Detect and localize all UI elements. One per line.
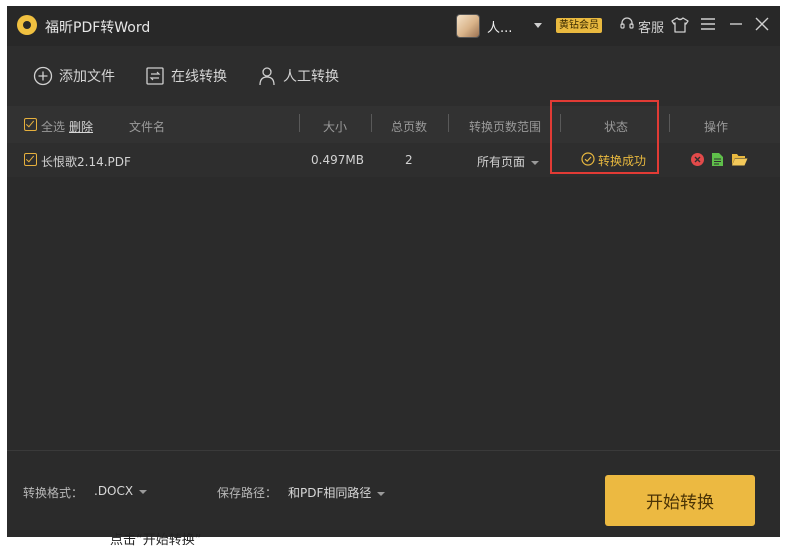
format-select[interactable]: .DOCX (94, 484, 148, 498)
column-divider (560, 114, 561, 132)
app-window: 福昕PDF转Word 人... 黄钻会员 客服 添加文件 在线转换 人工转换 全… (7, 6, 780, 537)
column-divider (669, 114, 670, 132)
table-row[interactable]: 长恨歌2.14.PDF 0.497MB 2 所有页面 转换成功 (7, 143, 780, 177)
format-value: .DOCX (94, 484, 134, 498)
save-path-select[interactable]: 和PDF相同路径 (288, 484, 386, 501)
add-file-button[interactable]: 添加文件 (33, 66, 115, 86)
file-table: 长恨歌2.14.PDF 0.497MB 2 所有页面 转换成功 (7, 143, 780, 450)
row-page-count: 2 (405, 153, 413, 167)
select-all-label[interactable]: 全选 (41, 118, 65, 135)
check-circle-icon (581, 152, 595, 169)
start-convert-button[interactable]: 开始转换 (605, 475, 755, 526)
row-checkbox[interactable] (24, 153, 37, 166)
support-label: 客服 (638, 20, 665, 36)
chevron-down-icon[interactable] (534, 23, 542, 28)
table-header: 全选 删除 文件名 大小 总页数 转换页数范围 状态 操作 (7, 106, 780, 143)
app-logo-icon (17, 15, 37, 35)
app-title: 福昕PDF转Word (45, 20, 151, 36)
column-header-page-range: 转换页数范围 (469, 120, 542, 134)
manual-convert-label: 人工转换 (283, 69, 339, 85)
save-path-label: 保存路径： (217, 486, 278, 500)
skin-icon[interactable] (671, 17, 689, 33)
support-button[interactable]: 客服 (619, 16, 664, 36)
title-bar: 福昕PDF转Word 人... 黄钻会员 客服 (7, 6, 780, 46)
column-divider (371, 114, 372, 132)
column-header-size: 大小 (323, 120, 348, 134)
row-file-size: 0.497MB (311, 153, 364, 167)
vip-badge[interactable]: 黄钻会员 (556, 18, 602, 33)
column-header-total-pages: 总页数 (391, 120, 428, 134)
chevron-down-icon (377, 491, 386, 496)
manual-convert-button[interactable]: 人工转换 (257, 66, 339, 86)
column-header-file-name: 文件名 (129, 120, 166, 134)
user-name[interactable]: 人... (487, 17, 512, 36)
minimize-icon[interactable] (729, 17, 743, 31)
select-all-checkbox[interactable] (24, 118, 37, 131)
footer-bar: 转换格式： .DOCX 保存路径： 和PDF相同路径 开始转换 (7, 450, 780, 537)
close-icon[interactable] (755, 17, 769, 31)
page-range-select[interactable]: 所有页面 (477, 153, 540, 170)
plus-circle-icon (33, 66, 53, 86)
caption-text: 点击“开始转换” (110, 533, 202, 548)
online-convert-label: 在线转换 (171, 69, 227, 85)
column-header-status: 状态 (604, 120, 629, 134)
delete-link[interactable]: 删除 (69, 118, 93, 135)
column-divider (299, 114, 300, 132)
format-label: 转换格式： (23, 486, 84, 500)
row-status: 转换成功 (581, 152, 646, 169)
open-document-icon[interactable] (711, 152, 724, 170)
add-file-label: 添加文件 (59, 69, 115, 85)
save-path-value: 和PDF相同路径 (288, 486, 372, 500)
person-icon (257, 66, 277, 86)
menu-icon[interactable] (700, 17, 716, 31)
row-file-name: 长恨歌2.14.PDF (41, 155, 131, 169)
column-divider (448, 114, 449, 132)
open-folder-icon[interactable] (731, 152, 748, 170)
chevron-down-icon (531, 160, 540, 165)
user-avatar[interactable] (456, 14, 480, 38)
row-status-text: 转换成功 (598, 154, 647, 168)
remove-icon[interactable] (690, 152, 705, 170)
online-convert-button[interactable]: 在线转换 (145, 66, 227, 86)
convert-icon (145, 66, 165, 86)
toolbar: 添加文件 在线转换 人工转换 (7, 46, 780, 106)
column-header-actions: 操作 (704, 120, 729, 134)
chevron-down-icon (139, 489, 148, 494)
page-range-value: 所有页面 (477, 155, 526, 169)
headset-icon (619, 16, 635, 36)
